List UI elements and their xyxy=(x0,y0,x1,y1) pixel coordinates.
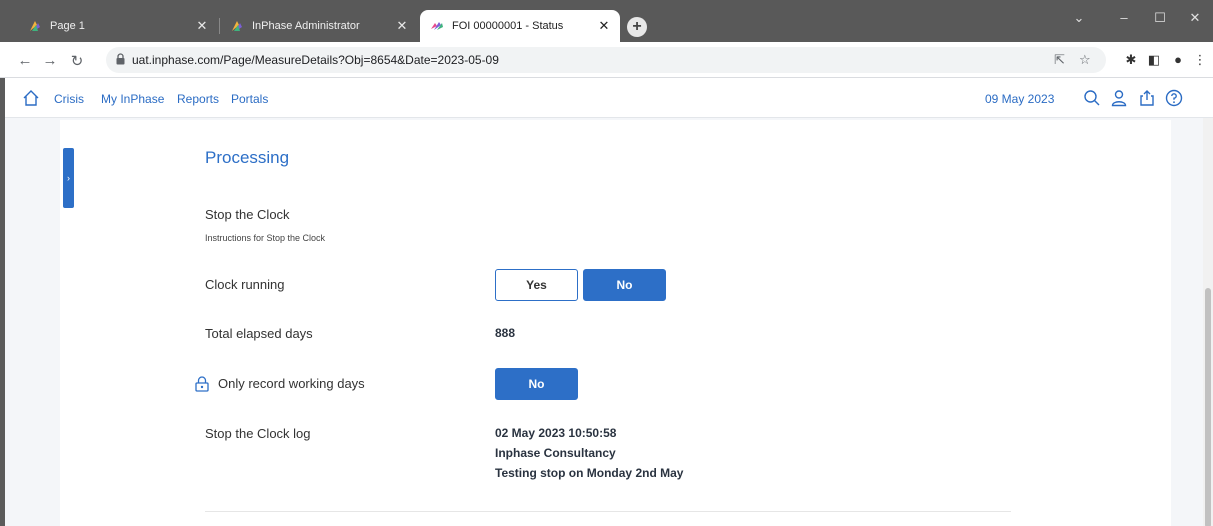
browser-tab-foi-status[interactable]: FOI 00000001 - Status ✕ xyxy=(420,10,620,42)
current-date: 09 May 2023 xyxy=(985,92,1055,106)
side-panel-icon[interactable]: ◧ xyxy=(1146,52,1162,68)
stop-clock-log-label: Stop the Clock log xyxy=(205,426,311,441)
log-line: 02 May 2023 10:50:58 xyxy=(495,426,617,440)
new-tab-button[interactable]: + xyxy=(627,17,647,37)
log-line: Testing stop on Monday 2nd May xyxy=(495,466,684,480)
forward-arrow-icon[interactable]: → xyxy=(41,52,59,69)
user-icon[interactable] xyxy=(1110,89,1128,107)
address-bar[interactable]: uat.inphase.com/Page/MeasureDetails?Obj=… xyxy=(106,47,1106,73)
window-close-icon[interactable]: ✕ xyxy=(1183,10,1207,26)
scrollbar-thumb[interactable] xyxy=(1205,288,1211,526)
inphase-favicon-icon xyxy=(232,21,242,31)
nav-link-crisis[interactable]: Crisis xyxy=(54,92,84,106)
stop-clock-title: Stop the Clock xyxy=(205,207,290,222)
section-divider xyxy=(205,511,1011,512)
lock-icon xyxy=(116,53,125,65)
share-page-icon[interactable]: ⇱ xyxy=(1054,52,1065,68)
home-icon[interactable] xyxy=(22,89,40,107)
nav-link-portals[interactable]: Portals xyxy=(231,92,268,106)
close-tab-icon[interactable]: ✕ xyxy=(596,18,612,34)
browser-toolbar: ← → ↻ uat.inphase.com/Page/MeasureDetail… xyxy=(0,42,1213,78)
inphase-favicon-icon xyxy=(30,21,40,31)
extensions-puzzle-icon[interactable]: ✱ xyxy=(1123,52,1139,68)
browser-menu-icon[interactable]: ⋮ xyxy=(1192,52,1208,68)
nav-link-reports[interactable]: Reports xyxy=(177,92,219,106)
tab-title: Page 1 xyxy=(50,20,85,32)
app-nav-bar: Crisis My InPhase Reports Portals 09 May… xyxy=(5,78,1213,118)
expand-panel-chevron-icon[interactable]: › xyxy=(63,148,74,208)
working-days-label: Only record working days xyxy=(218,376,365,391)
tab-title: InPhase Administrator xyxy=(252,20,360,32)
vertical-scrollbar[interactable] xyxy=(1203,118,1213,526)
bookmark-star-icon[interactable]: ☆ xyxy=(1079,52,1091,68)
browser-tab-page-1[interactable]: Page 1 ✕ xyxy=(18,10,218,42)
browser-tab-inphase-administrator[interactable]: InPhase Administrator ✕ xyxy=(220,10,418,42)
search-icon[interactable] xyxy=(1083,89,1101,107)
log-line: Inphase Consultancy xyxy=(495,446,616,460)
clock-running-yes-button[interactable]: Yes xyxy=(495,269,578,301)
inphase-favicon-icon xyxy=(431,22,443,30)
clock-running-label: Clock running xyxy=(205,277,285,292)
tab-title: FOI 00000001 - Status xyxy=(452,20,564,32)
elapsed-days-label: Total elapsed days xyxy=(205,326,313,341)
lock-icon xyxy=(195,376,209,392)
nav-link-my-inphase[interactable]: My InPhase xyxy=(101,92,164,106)
maximize-icon[interactable]: ☐ xyxy=(1148,10,1172,26)
url-text: uat.inphase.com/Page/MeasureDetails?Obj=… xyxy=(132,53,499,67)
minimize-icon[interactable]: – xyxy=(1112,10,1136,25)
browser-titlebar: Page 1 ✕ InPhase Administrator ✕ FOI 000… xyxy=(0,0,1213,42)
section-title: Processing xyxy=(205,148,290,167)
reload-icon[interactable]: ↻ xyxy=(68,52,86,70)
help-icon[interactable] xyxy=(1165,89,1183,107)
app-viewport: Crisis My InPhase Reports Portals 09 May… xyxy=(5,78,1213,526)
working-days-no-button[interactable]: No xyxy=(495,368,578,400)
close-tab-icon[interactable]: ✕ xyxy=(194,18,210,34)
back-arrow-icon[interactable]: ← xyxy=(16,52,34,69)
elapsed-days-value: 888 xyxy=(495,326,516,340)
stop-clock-instructions: Instructions for Stop the Clock xyxy=(205,233,326,243)
share-icon[interactable] xyxy=(1138,89,1156,107)
profile-icon[interactable]: ● xyxy=(1170,52,1186,67)
clock-running-no-button[interactable]: No xyxy=(583,269,666,301)
close-tab-icon[interactable]: ✕ xyxy=(394,18,410,34)
tab-search-chevron-icon[interactable]: ⌄ xyxy=(1067,10,1091,26)
